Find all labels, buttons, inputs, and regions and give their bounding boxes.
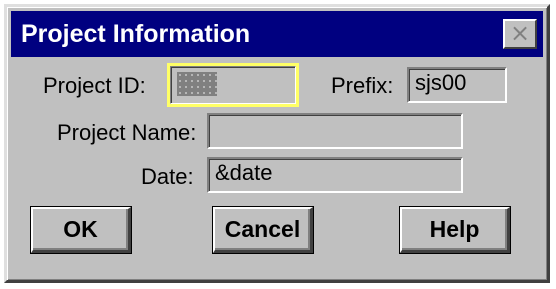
title-bar[interactable]: Project Information × bbox=[11, 11, 543, 57]
close-icon: × bbox=[509, 19, 531, 47]
project-id-label: Project ID: bbox=[43, 73, 146, 98]
date-label: Date: bbox=[141, 164, 194, 189]
prefix-value: sjs00 bbox=[415, 70, 467, 95]
text-selection-highlight bbox=[177, 72, 217, 96]
cancel-button[interactable]: Cancel bbox=[213, 207, 313, 253]
help-button[interactable]: Help bbox=[400, 207, 510, 253]
date-field[interactable]: &date bbox=[207, 157, 463, 193]
close-button[interactable]: × bbox=[503, 19, 537, 49]
project-name-field[interactable] bbox=[207, 113, 463, 149]
prefix-label: Prefix: bbox=[331, 73, 394, 98]
project-information-dialog: Project Information × Project ID: Prefix… bbox=[4, 4, 550, 283]
prefix-field[interactable]: sjs00 bbox=[407, 67, 507, 103]
window-title: Project Information bbox=[21, 20, 251, 48]
project-id-field[interactable] bbox=[167, 63, 299, 107]
project-name-label: Project Name: bbox=[57, 120, 197, 145]
date-value: &date bbox=[215, 160, 273, 185]
ok-button[interactable]: OK bbox=[31, 207, 131, 253]
